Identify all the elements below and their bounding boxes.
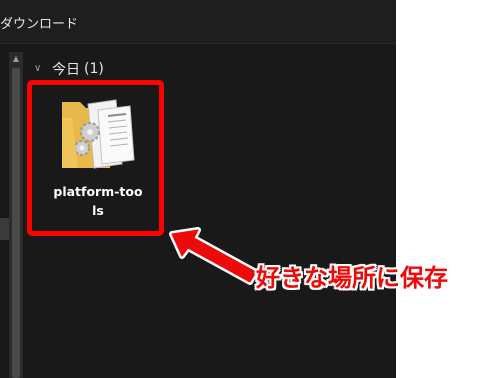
highlight-box [27,80,164,236]
current-folder-title: ダウンロード [0,17,79,32]
chevron-down-icon[interactable]: ∨ [34,64,44,74]
nav-pane-scrollbar[interactable]: ▲ [9,52,23,378]
callout-text: 好きな場所に保存 [256,264,448,292]
scroll-up-arrow-icon[interactable]: ▲ [9,52,23,66]
group-header-today[interactable]: ∨ 今日 (1) [34,59,104,79]
scroll-thumb[interactable] [12,68,20,378]
callout-arrow-icon [169,227,259,285]
address-bar[interactable]: ダウンロード [0,0,396,44]
file-explorer-window: ダウンロード ▲ ∨ 今日 (1) platform-too ls [0,0,396,378]
group-label: 今日 [52,62,80,78]
nav-pane-selection[interactable] [0,218,9,240]
group-count: (1) [84,61,104,77]
